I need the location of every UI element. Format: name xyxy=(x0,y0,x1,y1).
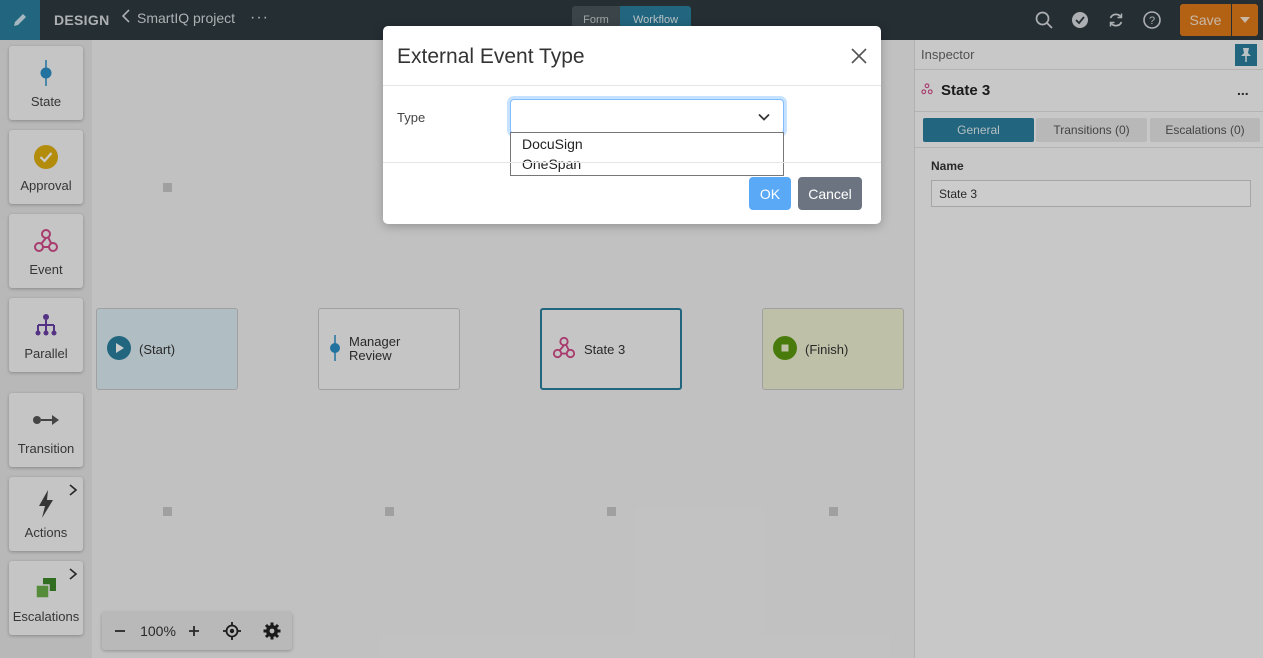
external-event-type-dialog: External Event Type Type DocuSign OneSpa… xyxy=(383,26,881,224)
cancel-button[interactable]: Cancel xyxy=(798,177,862,210)
chevron-down-icon xyxy=(757,110,771,124)
close-icon[interactable] xyxy=(849,46,869,66)
divider xyxy=(383,85,881,86)
type-dropdown-list: DocuSign OneSpan xyxy=(510,132,784,176)
divider xyxy=(383,162,881,163)
type-label: Type xyxy=(397,110,426,125)
dialog-title: External Event Type xyxy=(397,45,585,68)
option-docusign[interactable]: DocuSign xyxy=(522,136,583,152)
option-onespan[interactable]: OneSpan xyxy=(522,156,581,172)
ok-button[interactable]: OK xyxy=(749,177,791,210)
type-select[interactable] xyxy=(510,99,784,134)
